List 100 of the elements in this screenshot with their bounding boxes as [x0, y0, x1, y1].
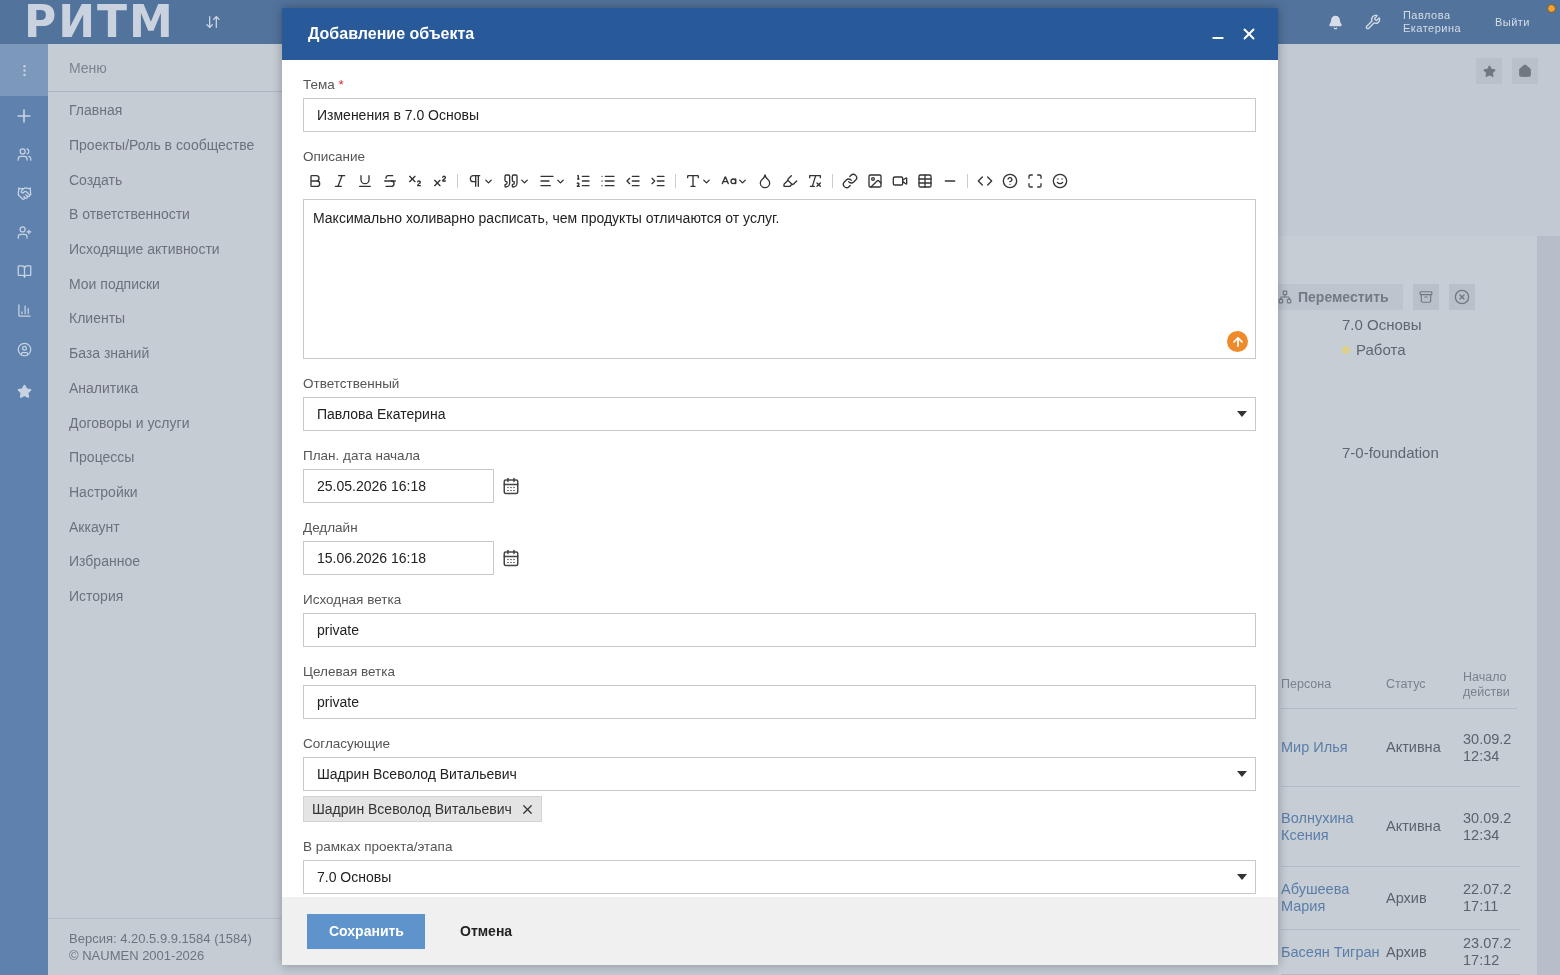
font-color-icon[interactable]: [685, 173, 701, 189]
table-cell: 23.07.2 17:12: [1463, 930, 1520, 975]
select-field[interactable]: 7.0 Основы: [303, 860, 1256, 894]
italic-icon[interactable]: [332, 173, 348, 189]
user-add-icon[interactable]: [16, 225, 32, 240]
person-link[interactable]: Басеян Тигран: [1281, 930, 1386, 975]
dialog-title: Добавление объекта: [308, 25, 476, 43]
calendar-icon[interactable]: [502, 549, 520, 567]
column-header: Персона: [1281, 655, 1386, 709]
bullet-list-icon[interactable]: [600, 173, 616, 189]
menu-item[interactable]: Настройки: [48, 474, 282, 510]
menu-item[interactable]: Аккаунт: [48, 509, 282, 544]
star-icon[interactable]: [16, 383, 32, 399]
code-icon[interactable]: [977, 173, 993, 189]
menu-item[interactable]: Избранное: [48, 543, 282, 579]
hierarchy-icon: [1278, 290, 1292, 304]
menu-item[interactable]: В ответственности: [48, 197, 282, 232]
table-cell: 30.09.2 12:34: [1463, 709, 1520, 787]
person-link[interactable]: Абушеева Мария: [1281, 867, 1386, 930]
column-header: Начало действи: [1463, 655, 1517, 709]
date-field[interactable]: 25.05.2026 16:18: [303, 469, 494, 503]
menu-item[interactable]: Клиенты: [48, 301, 282, 336]
cancel-link[interactable]: Отмена: [460, 913, 513, 949]
dropdown-icon: [1237, 411, 1247, 417]
indent-icon[interactable]: [650, 173, 666, 189]
logo: РИТМ: [24, 0, 175, 44]
person-link[interactable]: Волнухина Ксения: [1281, 787, 1386, 867]
field-label: Тема *: [303, 76, 345, 93]
field-label: План. дата начала: [303, 447, 422, 464]
tools-icon[interactable]: [1364, 14, 1381, 30]
calendar-icon[interactable]: [502, 477, 520, 495]
menu-item[interactable]: Мои подписки: [48, 266, 282, 302]
table-cell: 22.07.2 17:11: [1463, 867, 1520, 930]
help-icon[interactable]: [1002, 173, 1018, 189]
archive-icon: [1418, 290, 1433, 304]
users-icon[interactable]: [16, 147, 32, 162]
tag-label: Шадрин Всеволод Витальевич: [312, 801, 512, 817]
sort-icon[interactable]: [204, 14, 221, 30]
table-cell: Активна: [1386, 787, 1463, 867]
table-cell: Архив: [1386, 867, 1463, 930]
highlighter-icon[interactable]: [782, 173, 798, 189]
underline-icon[interactable]: [357, 173, 373, 189]
field-label: Описание: [303, 148, 367, 165]
person-link[interactable]: Мир Илья: [1281, 709, 1386, 787]
select-field[interactable]: Шадрин Всеволод Витальевич: [303, 757, 1256, 791]
numbered-list-icon[interactable]: [575, 173, 591, 189]
select-field[interactable]: Павлова Екатерина: [303, 397, 1256, 431]
text-field[interactable]: private: [303, 613, 1256, 647]
table-icon[interactable]: [917, 173, 933, 189]
text-field[interactable]: Изменения в 7.0 Основы: [303, 98, 1256, 132]
emoji-icon[interactable]: [1052, 173, 1068, 189]
editor-field[interactable]: Максимально холиварно расписать, чем продукты отличаются от услуг.: [303, 199, 1256, 359]
paragraph-icon[interactable]: [467, 173, 483, 189]
table-cell: Активна: [1386, 709, 1463, 787]
image-icon[interactable]: [867, 173, 883, 189]
field-label: Целевая ветка: [303, 663, 396, 680]
move-button[interactable]: Переместить: [1278, 284, 1403, 310]
editor-text: Максимально холиварно расписать, чем продукты отличаются от услуг.: [313, 210, 780, 226]
menu-item[interactable]: Процессы: [48, 439, 282, 475]
copyright-text: © NAUMEN 2001-2026: [69, 948, 206, 963]
save-button[interactable]: Сохранить: [307, 913, 425, 949]
version-text: Версия: 4.20.5.9.9.1584 (1584): [69, 931, 253, 946]
bell-icon[interactable]: [1327, 14, 1343, 30]
menu-item[interactable]: Договоры и услуги: [48, 405, 282, 440]
menu-item[interactable]: Аналитика: [48, 370, 282, 406]
superscript-icon[interactable]: [432, 173, 448, 189]
dropdown-icon: [1237, 874, 1247, 880]
text-field[interactable]: private: [303, 685, 1256, 719]
quote-icon[interactable]: [503, 173, 519, 189]
link-icon[interactable]: [842, 173, 858, 189]
menu-item[interactable]: База знаний: [48, 335, 282, 371]
table-cell: 30.09.2 12:34: [1463, 787, 1520, 867]
close-circle-icon: [1453, 289, 1470, 305]
menu-item[interactable]: История: [48, 578, 282, 614]
column-header: Статус: [1386, 655, 1463, 709]
outdent-icon[interactable]: [625, 173, 641, 189]
menu-item[interactable]: Главная: [48, 93, 282, 128]
home-icon: [1518, 64, 1532, 78]
align-icon[interactable]: [539, 173, 555, 189]
video-icon[interactable]: [892, 173, 908, 189]
date-field[interactable]: 15.06.2026 16:18: [303, 541, 494, 575]
field-label: В рамках проекта/этапа: [303, 838, 454, 855]
handshake-icon[interactable]: [16, 186, 32, 201]
archive-button[interactable]: [1412, 284, 1439, 310]
user-circle-icon[interactable]: [16, 342, 32, 357]
branch-name: 7-0-foundation: [1342, 444, 1440, 461]
logout-link[interactable]: Выйти: [1494, 16, 1530, 28]
field-label: Ответственный: [303, 375, 401, 392]
droplet-icon[interactable]: [757, 173, 773, 189]
subscript-icon[interactable]: [407, 173, 423, 189]
user-name[interactable]: Павлова Екатерина: [1402, 9, 1473, 35]
menu-item[interactable]: Создать: [48, 162, 282, 198]
menu-item[interactable]: Проекты/Роль в сообществе: [48, 127, 282, 163]
bold-icon[interactable]: [307, 173, 323, 189]
strikethrough-icon[interactable]: [382, 173, 398, 189]
menu-item[interactable]: Исходящие активности: [48, 231, 282, 267]
clear-format-icon[interactable]: [807, 173, 823, 189]
book-icon[interactable]: [16, 264, 32, 279]
cancel-button[interactable]: [1448, 284, 1475, 310]
fullscreen-icon[interactable]: [1027, 173, 1043, 189]
